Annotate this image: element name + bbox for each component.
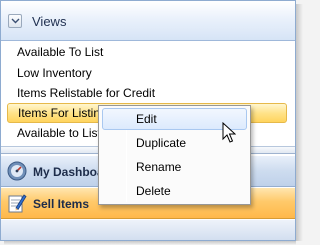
menu-item-delete[interactable]: Delete bbox=[102, 180, 247, 202]
nav-sell-items-label: Sell Items bbox=[33, 197, 90, 211]
menu-item-rename[interactable]: Rename bbox=[102, 156, 247, 178]
sell-items-icon bbox=[7, 193, 27, 217]
view-item-relistable[interactable]: Items Relistable for Credit bbox=[7, 83, 287, 103]
collapse-icon[interactable] bbox=[8, 14, 22, 28]
context-menu: Edit Duplicate Rename Delete bbox=[98, 105, 251, 205]
view-item-available-to-list[interactable]: Available To List bbox=[7, 42, 287, 62]
view-item-low-inventory[interactable]: Low Inventory bbox=[7, 63, 287, 83]
views-header[interactable]: Views bbox=[1, 1, 295, 41]
mouse-pointer-icon bbox=[222, 121, 237, 149]
nav-next-partial[interactable] bbox=[1, 220, 295, 240]
dashboard-icon bbox=[7, 161, 27, 184]
panel-shadow bbox=[4, 241, 296, 245]
views-title: Views bbox=[32, 14, 67, 29]
panel-shadow bbox=[296, 4, 303, 241]
